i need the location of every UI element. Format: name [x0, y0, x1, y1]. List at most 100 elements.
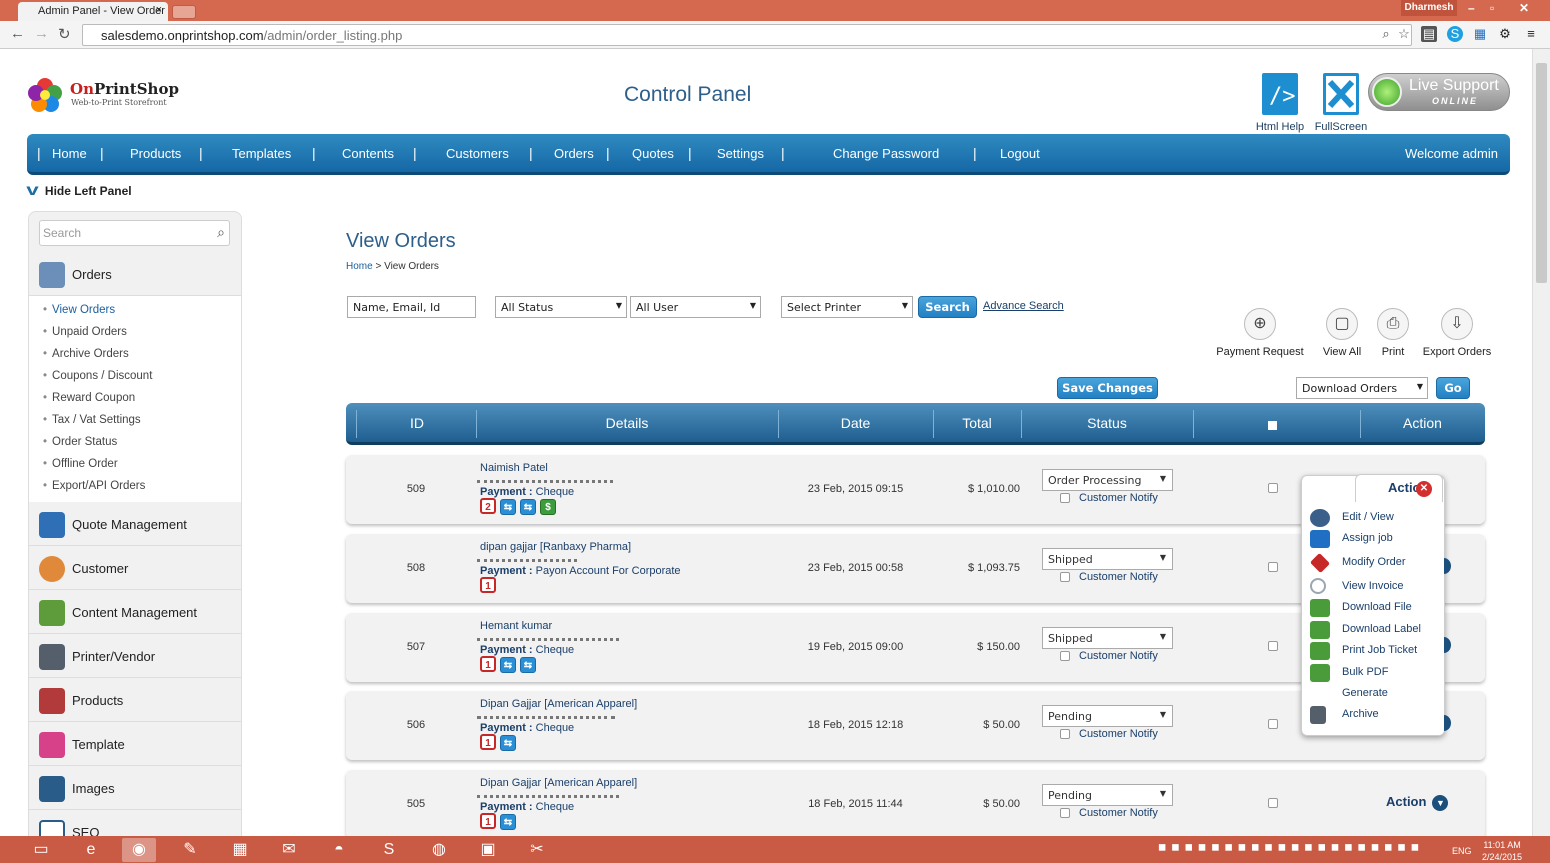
snipping-tool-icon[interactable]: ✂ [520, 838, 554, 862]
item-count-badge[interactable]: 1 [480, 734, 496, 750]
search-icon[interactable]: ⌕ [217, 224, 225, 241]
artwork-icon[interactable]: ⇆ [500, 814, 516, 830]
back-icon[interactable]: ← [10, 25, 25, 42]
order-id[interactable]: 506 [346, 719, 486, 731]
nav-item-change-password[interactable]: Change Password [833, 146, 939, 161]
minimize-icon[interactable]: – [1468, 1, 1475, 15]
printer-filter-select[interactable]: Select Printer ▼ [781, 296, 913, 318]
action-menu-item-archive[interactable]: Archive [1302, 705, 1444, 725]
sidebar-link-tax-vat[interactable]: • Tax / Vat Settings [43, 414, 141, 426]
extension-icon[interactable]: ▤ [1421, 26, 1437, 42]
outlook-icon[interactable]: ✉ [272, 838, 306, 862]
paint-icon[interactable]: ✎ [173, 838, 207, 862]
customer-name[interactable]: Hemant kumar [480, 620, 552, 632]
customer-notify-checkbox[interactable]: Customer Notify [1060, 650, 1158, 662]
artwork-icon[interactable]: ⇆ [520, 657, 536, 673]
download-orders-select[interactable]: Download Orders ▼ [1296, 377, 1428, 399]
customer-name[interactable]: Dipan Gajjar [American Apparel] [480, 698, 637, 710]
nav-item-quotes[interactable]: Quotes [632, 146, 674, 161]
sidebar-link-reward-coupon[interactable]: • Reward Coupon [43, 392, 135, 404]
customer-notify-checkbox[interactable]: Customer Notify [1060, 492, 1158, 504]
live-support-button[interactable]: Live Support ONLINE [1368, 73, 1510, 111]
action-menu-item-bulk-pdf[interactable]: Bulk PDF [1302, 663, 1444, 683]
nav-item-settings[interactable]: Settings [717, 146, 764, 161]
new-tab-button[interactable] [172, 5, 196, 19]
nav-item-logout[interactable]: Logout [1000, 146, 1040, 161]
export-orders-button[interactable]: ⇩ Export Orders [1420, 308, 1494, 358]
nav-item-customers[interactable]: Customers [446, 146, 509, 161]
page-scrollbar[interactable] [1532, 49, 1550, 836]
item-count-badge[interactable]: 1 [480, 656, 496, 672]
order-id[interactable]: 508 [346, 562, 486, 574]
row-select-checkbox[interactable] [1268, 483, 1278, 493]
calculator-icon[interactable]: ▦ [223, 838, 257, 862]
user-filter-select[interactable]: All User ▼ [630, 296, 761, 318]
nav-item-contents[interactable]: Contents [342, 146, 394, 161]
order-status-select[interactable]: Order Processing ▼ [1042, 469, 1173, 491]
sidebar-link-unpaid-orders[interactable]: • Unpaid Orders [43, 326, 127, 338]
item-count-badge[interactable]: 1 [480, 813, 496, 829]
reload-icon[interactable]: ↻ [58, 25, 71, 43]
order-status-select[interactable]: Shipped ▼ [1042, 548, 1173, 570]
browser-user-name[interactable]: Dharmesh [1401, 0, 1457, 16]
forward-icon[interactable]: → [34, 25, 49, 42]
view-all-button[interactable]: ▢ View All [1316, 308, 1368, 358]
customer-name[interactable]: Dipan Gajjar [American Apparel] [480, 777, 637, 789]
customer-name[interactable]: Naimish Patel [480, 462, 548, 474]
taskbar-clock[interactable]: 11:01 AM 2/24/2015 [1482, 839, 1522, 863]
sidebar-link-view-orders[interactable]: • View Orders [43, 304, 115, 316]
chrome-icon[interactable]: ◉ [122, 838, 156, 862]
select-all-checkbox[interactable] [1268, 417, 1277, 433]
row-select-checkbox[interactable] [1268, 562, 1278, 572]
save-changes-button[interactable]: Save Changes [1057, 377, 1158, 399]
customer-name[interactable]: dipan gajjar [Ranbaxy Pharma] [480, 541, 631, 553]
sidebar-link-order-status[interactable]: • Order Status [43, 436, 117, 448]
print-button[interactable]: ⎙ Print [1373, 308, 1413, 358]
remote-desktop-icon[interactable]: ▣ [471, 838, 505, 862]
action-menu-item-assign-job[interactable]: Assign job [1302, 529, 1444, 549]
system-tray[interactable]: ◼◼◼◼◼◼◼◼◼◼◼◼◼◼◼◼◼◼◼◼ [1158, 842, 1458, 858]
action-menu-item-download-label[interactable]: Download Label [1302, 620, 1444, 640]
nav-item-home[interactable]: Home [52, 146, 87, 161]
order-id[interactable]: 509 [346, 483, 486, 495]
html-help-button[interactable]: /> Html Help [1252, 73, 1308, 133]
onprintshop-logo[interactable]: OnPrintShop Web-to-Print Storefront [27, 77, 179, 117]
fullscreen-button[interactable]: FullScreen [1313, 73, 1369, 133]
nav-item-products[interactable]: Products [130, 146, 181, 161]
scrollbar-thumb[interactable] [1536, 63, 1547, 283]
tab-close-icon[interactable]: × [156, 4, 162, 16]
action-menu-item-print-job-ticket[interactable]: Print Job Ticket [1302, 641, 1444, 661]
sidebar-section-products[interactable]: Products [29, 678, 241, 722]
row-select-checkbox[interactable] [1268, 798, 1278, 808]
language-indicator[interactable]: ENG [1452, 846, 1472, 856]
sidebar-section-customer[interactable]: Customer [29, 546, 241, 590]
artwork-icon[interactable]: ⇆ [500, 735, 516, 751]
customer-notify-checkbox[interactable]: Customer Notify [1060, 571, 1158, 583]
address-bar[interactable]: salesdemo.onprintshop.com/admin/order_li… [82, 24, 1412, 46]
column-header-total[interactable]: Total [933, 415, 1021, 431]
close-window-icon[interactable]: ✕ [1519, 1, 1529, 15]
sidebar-section-orders[interactable]: Orders [29, 252, 241, 296]
order-id[interactable]: 505 [346, 798, 486, 810]
sidebar-section-quote-management[interactable]: Quote Management [29, 502, 241, 546]
nav-item-orders[interactable]: Orders [554, 146, 594, 161]
action-menu-item-modify-order[interactable]: Modify Order [1302, 552, 1444, 574]
close-icon[interactable]: ✕ [1416, 481, 1432, 497]
artwork-icon[interactable]: ⇆ [500, 499, 516, 515]
sidebar-section-printer-vendor[interactable]: Printer/Vendor [29, 634, 241, 678]
order-status-select[interactable]: Shipped ▼ [1042, 627, 1173, 649]
advance-search-link[interactable]: Advance Search [983, 300, 1064, 312]
customer-notify-checkbox[interactable]: Customer Notify [1060, 807, 1158, 819]
action-menu-header[interactable]: Action ✕ [1355, 474, 1443, 502]
status-filter-select[interactable]: All Status ▼ [495, 296, 627, 318]
order-search-input[interactable]: Name, Email, Id [347, 296, 476, 318]
customer-notify-checkbox[interactable]: Customer Notify [1060, 728, 1158, 740]
sidebar-link-export-api[interactable]: • Export/API Orders [43, 480, 145, 492]
sidebar-section-images[interactable]: Images [29, 766, 241, 810]
breadcrumb-home[interactable]: Home [346, 261, 373, 272]
action-menu-item-view-invoice[interactable]: View Invoice [1302, 577, 1444, 597]
calendar-extension-icon[interactable]: ▦ [1472, 26, 1488, 42]
sidebar-link-archive-orders[interactable]: • Archive Orders [43, 348, 129, 360]
sidebar-link-coupons[interactable]: • Coupons / Discount [43, 370, 152, 382]
action-menu-item-download-file[interactable]: Download File [1302, 598, 1444, 618]
